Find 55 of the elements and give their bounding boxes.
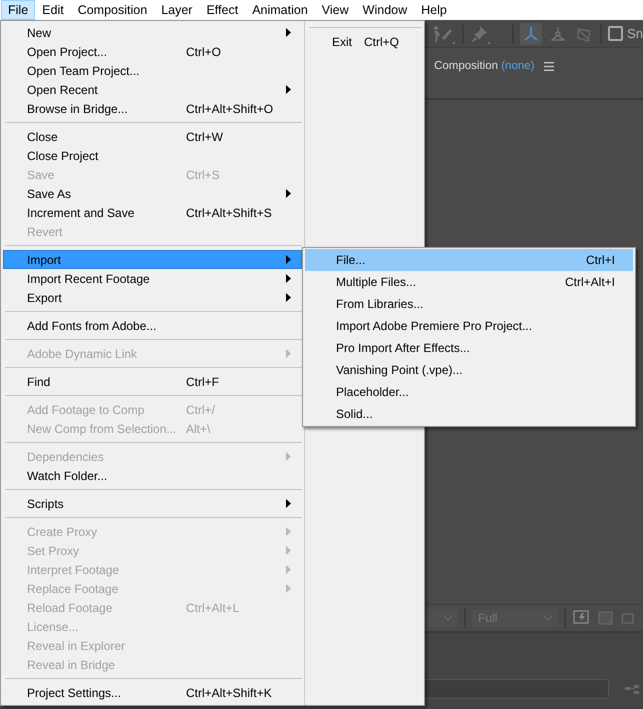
menu-item[interactable]: Multiple Files... Ctrl+Alt+I <box>305 271 633 293</box>
menu-item[interactable]: Add Fonts from Adobe... <box>3 316 302 335</box>
menu-item[interactable]: New <box>3 23 302 42</box>
submenu-arrow-icon <box>286 293 291 302</box>
menu-title[interactable]: Window <box>356 0 414 20</box>
menu-title[interactable]: Animation <box>245 0 315 20</box>
submenu-arrow-icon <box>286 189 291 198</box>
menu-item[interactable]: Increment and Save Ctrl+Alt+Shift+S <box>3 203 302 222</box>
checkbox[interactable]: Sn <box>608 26 643 41</box>
menu-title[interactable]: Layer <box>154 0 200 20</box>
submenu-arrow-icon <box>286 452 291 461</box>
panel-title[interactable]: Composition (none) <box>434 60 534 72</box>
submenu-arrow-icon <box>286 349 291 358</box>
submenu-arrow-icon <box>286 527 291 536</box>
menu-title[interactable]: Composition <box>70 0 154 20</box>
menu-item[interactable]: Browse in Bridge... Ctrl+Alt+Shift+O <box>3 99 302 118</box>
menu-title[interactable]: View <box>314 0 356 20</box>
menu-title[interactable]: File <box>1 0 36 20</box>
menu-item[interactable]: Vanishing Point (.vpe)... <box>305 359 633 381</box>
menu-item[interactable]: Scripts <box>3 494 302 513</box>
magnification-dropdown[interactable] <box>422 609 458 627</box>
menu-item[interactable]: Export <box>3 288 302 307</box>
menu-title[interactable]: Help <box>414 0 454 20</box>
menu-item[interactable]: Open Project... Ctrl+O <box>3 42 302 61</box>
search-field[interactable] <box>422 679 610 699</box>
submenu-arrow-icon <box>286 499 291 508</box>
menu-item[interactable]: Import Recent Footage <box>3 269 302 288</box>
submenu-arrow-icon <box>286 584 291 593</box>
menu-item[interactable]: Open Recent <box>3 80 302 99</box>
submenu-arrow-icon <box>286 255 291 264</box>
submenu-arrow-icon <box>286 546 291 555</box>
submenu-arrow-icon <box>286 85 291 94</box>
submenu-arrow-icon <box>286 565 291 574</box>
submenu-arrow-icon <box>286 274 291 283</box>
menu-item[interactable]: Project Settings... Ctrl+Alt+Shift+K <box>3 683 302 702</box>
menu-item[interactable]: File... Ctrl+I <box>305 249 633 271</box>
menu-item[interactable]: Solid... <box>305 403 633 425</box>
menu-item[interactable]: Import Adobe Premiere Pro Project... <box>305 315 633 337</box>
submenu-arrow-icon <box>286 28 291 37</box>
menu-icon[interactable] <box>544 62 554 70</box>
menu-title[interactable]: Edit <box>35 0 71 20</box>
menu-item[interactable]: Import <box>3 250 302 269</box>
menu-item[interactable]: Find Ctrl+F <box>3 372 302 391</box>
menu-item[interactable]: Pro Import After Effects... <box>305 337 633 359</box>
menu-item[interactable]: Watch Folder... <box>3 466 302 485</box>
menu-item[interactable]: Placeholder... <box>305 381 633 403</box>
menu-item[interactable]: From Libraries... <box>305 293 633 315</box>
menu-item[interactable]: Open Team Project... <box>3 61 302 80</box>
caret-icon <box>444 616 452 620</box>
menu-item[interactable]: Exit Ctrl+Q <box>307 32 422 51</box>
caret-icon <box>544 616 552 620</box>
menu-item[interactable]: Save As <box>3 184 302 203</box>
menu-item[interactable]: Close Project <box>3 146 302 165</box>
menu-title[interactable]: Effect <box>199 0 246 20</box>
menu-item[interactable]: Close Ctrl+W <box>3 127 302 146</box>
